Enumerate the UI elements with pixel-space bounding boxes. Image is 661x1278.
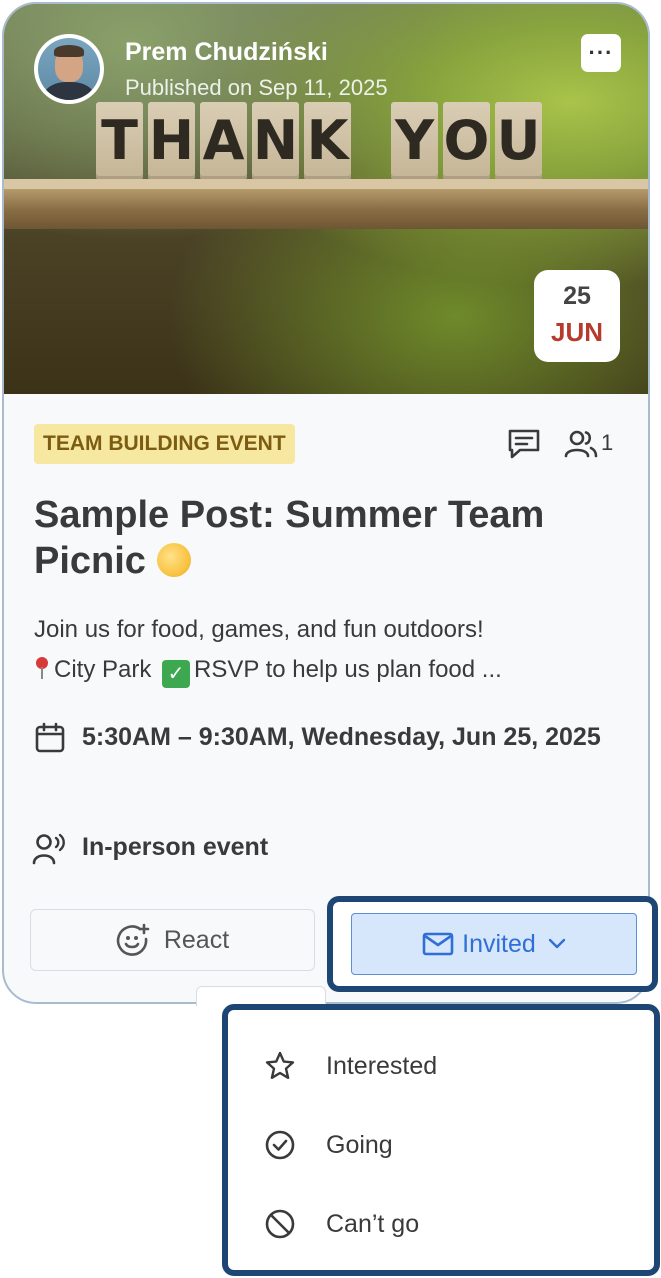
shelf-edge: [4, 179, 648, 189]
comment-icon[interactable]: [506, 428, 542, 460]
avatar[interactable]: [34, 34, 104, 104]
letter-block: N: [252, 102, 299, 180]
event-category-tag: TEAM BUILDING EVENT: [34, 424, 295, 464]
block-gap: [356, 102, 386, 180]
date-month: JUN: [550, 317, 603, 347]
menu-item-label: Going: [326, 1130, 393, 1159]
more-options-button[interactable]: ···: [581, 34, 621, 72]
calendar-icon: [35, 722, 65, 753]
description-line: Join us for food, games, and fun outdoor…: [34, 616, 484, 643]
letter-block: H: [148, 102, 195, 180]
event-datetime: 5:30AM – 9:30AM, Wednesday, Jun 25, 2025: [82, 723, 601, 751]
post-title: Sample Post: Summer Team Picnic: [34, 494, 545, 582]
in-person-icon: [32, 833, 65, 865]
description-line: City Park ✓ RSVP to help us plan food ...: [34, 650, 634, 690]
sun-emoji-icon: [156, 543, 191, 577]
thank-you-blocks: T H A N K Y O U: [96, 102, 547, 180]
post-description: Join us for food, games, and fun outdoor…: [34, 610, 634, 690]
menu-item-label: Interested: [326, 1051, 438, 1080]
react-button[interactable]: React: [30, 909, 315, 971]
react-label: React: [163, 925, 230, 954]
letter-block: A: [200, 102, 247, 180]
attendees-icon[interactable]: [564, 428, 598, 460]
rsvp-status-button[interactable]: Invited: [351, 913, 637, 975]
letter-block: T: [96, 102, 143, 180]
letter-block: O: [443, 102, 490, 180]
check-circle-icon: [265, 1130, 295, 1160]
event-date-badge: 25 JUN: [534, 270, 620, 362]
date-day: 25: [563, 282, 591, 310]
shelf: [4, 189, 648, 229]
menu-item-label: Can’t go: [326, 1209, 420, 1238]
rsvp-status-label: Invited: [462, 929, 536, 958]
author-name[interactable]: Prem Chudziński: [125, 38, 328, 67]
menu-item-cant-go[interactable]: Can’t go: [264, 1204, 419, 1244]
letter-block: U: [495, 102, 542, 180]
ellipsis-icon: ···: [588, 40, 614, 65]
mail-icon: [422, 932, 454, 956]
pin-icon: [34, 657, 50, 679]
menu-item-interested[interactable]: Interested: [264, 1046, 437, 1086]
attendee-count: 1: [601, 430, 614, 455]
star-icon: [265, 1051, 295, 1079]
event-type: In-person event: [82, 833, 269, 861]
letter-block: Y: [391, 102, 438, 180]
letter-block: K: [304, 102, 351, 180]
event-post-card: T H A N K Y O U Prem Chudziński Publishe…: [2, 2, 650, 1004]
menu-item-going[interactable]: Going: [264, 1125, 393, 1165]
avatar-photo: [38, 38, 100, 100]
add-reaction-icon: [116, 923, 150, 956]
chevron-down-icon: [548, 938, 566, 949]
location-text: City Park: [54, 656, 152, 683]
published-date: Published on Sep 11, 2025: [125, 75, 388, 100]
hidden-button-edge: [196, 986, 326, 1006]
check-mark-icon: ✓: [162, 660, 191, 688]
description-rest: RSVP to help us plan food ...: [194, 656, 502, 683]
ban-icon: [265, 1209, 295, 1239]
rsvp-dropdown-menu: Interested Going Can’t go: [222, 1004, 660, 1276]
